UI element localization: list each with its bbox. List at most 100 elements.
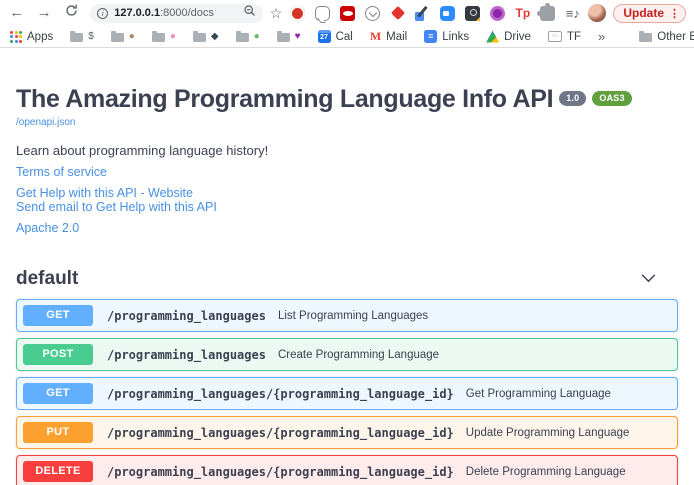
info-link[interactable]: Send email to Get Help with this API	[16, 200, 217, 214]
method-badge[interactable]: GET	[23, 305, 93, 326]
annotate-icon[interactable]	[415, 6, 430, 21]
folder-icon	[193, 33, 206, 42]
endpoint-summary: Get Programming Language	[466, 388, 611, 400]
browser-toolbar: ← → i 127.0.0.1:8000/docs ☆ Tp ≡♪ Update …	[0, 0, 694, 26]
endpoint-summary: Create Programming Language	[278, 349, 439, 361]
other-bookmarks[interactable]: Other Bookmarks	[639, 31, 694, 43]
browser-menu-dots-icon[interactable]: ⋮	[669, 7, 680, 20]
method-badge[interactable]: DELETE	[23, 461, 93, 482]
chevron-down-icon[interactable]	[641, 270, 656, 288]
music-queue-icon[interactable]: ≡♪	[565, 6, 580, 21]
api-description: Learn about programming language history…	[16, 143, 678, 158]
folder-icon	[236, 33, 249, 42]
bookmark-pink-folder[interactable]: ●	[152, 31, 176, 43]
api-title-text: The Amazing Programming Language Info AP…	[16, 85, 553, 113]
endpoint-row[interactable]: DELETE /programming_languages/{programmi…	[16, 455, 678, 485]
endpoint-row[interactable]: GET /programming_languages List Programm…	[16, 299, 678, 332]
endpoint-row[interactable]: GET /programming_languages/{programming_…	[16, 377, 678, 410]
tf-icon: ▭	[548, 31, 562, 42]
bookmarks-overflow-chevron-icon[interactable]: »	[598, 29, 605, 44]
bookmark-cal[interactable]: 27 Cal	[318, 30, 353, 43]
chat-bubble-icon[interactable]	[315, 6, 330, 21]
bookmark-green-folder[interactable]: ●	[236, 31, 260, 43]
links-icon: ≡	[424, 30, 437, 43]
purple-flower-icon[interactable]	[490, 6, 505, 21]
endpoint-summary: Delete Programming Language	[466, 466, 626, 478]
folder-icon	[70, 33, 83, 42]
drive-icon	[486, 31, 499, 43]
endpoint-summary: Update Programming Language	[466, 427, 630, 439]
version-badge: 1.0	[559, 91, 586, 106]
endpoint-path: /programming_languages	[107, 348, 266, 362]
section-default-header[interactable]: default	[16, 268, 678, 290]
cbs-icon[interactable]	[340, 6, 355, 21]
update-button[interactable]: Update ⋮	[613, 4, 686, 23]
tampermonkey-icon[interactable]: Tp	[515, 6, 530, 21]
bookmark-drive[interactable]: Drive	[486, 31, 531, 43]
bookmarks-bar: Apps $ ● ● ◆ ● ♥ 27 Cal M Mail ≡	[0, 26, 694, 48]
apps-grid-icon	[10, 31, 22, 43]
info-link[interactable]: Terms of service	[16, 165, 107, 179]
browser-window: ← → i 127.0.0.1:8000/docs ☆ Tp ≡♪ Update …	[0, 0, 694, 485]
bookmark-apps[interactable]: Apps	[10, 31, 53, 43]
back-icon[interactable]: ←	[8, 0, 25, 26]
method-badge[interactable]: POST	[23, 344, 93, 365]
section-title: default	[16, 268, 78, 290]
folder-icon	[111, 33, 124, 42]
endpoint-path: /programming_languages	[107, 309, 266, 323]
url-path: :8000/docs	[160, 7, 214, 19]
apps-label: Apps	[27, 31, 53, 43]
oas3-badge: OAS3	[592, 91, 631, 106]
endpoint-list: GET /programming_languages List Programm…	[16, 299, 678, 485]
puzzle-icon[interactable]	[540, 6, 555, 21]
bookmark-links[interactable]: ≡ Links	[424, 30, 469, 43]
page-title: The Amazing Programming Language Info AP…	[16, 85, 678, 114]
folder-icon	[152, 33, 165, 42]
gmail-icon: M	[370, 29, 381, 44]
swagger-docs-page: The Amazing Programming Language Info AP…	[0, 85, 694, 485]
zoom-app-icon[interactable]	[440, 6, 455, 21]
folder-icon	[639, 33, 652, 42]
profile-avatar[interactable]	[588, 4, 606, 22]
bookmark-dollar-folder[interactable]: $	[70, 31, 94, 43]
endpoint-path: /programming_languages/{programming_lang…	[107, 387, 454, 401]
forward-icon[interactable]: →	[35, 0, 52, 26]
bookmark-emblem: ♥	[295, 31, 301, 43]
url-text: 127.0.0.1:8000/docs	[114, 7, 243, 19]
onetab-icon[interactable]	[290, 6, 305, 21]
endpoint-path: /programming_languages/{programming_lang…	[107, 426, 454, 440]
bookmark-tf[interactable]: ▭ TF	[548, 31, 581, 43]
endpoint-row[interactable]: PUT /programming_languages/{programming_…	[16, 416, 678, 449]
bookmark-emblem: ◆	[211, 31, 219, 43]
info-links: Terms of service Get Help with this API -…	[16, 165, 678, 235]
zoom-level-icon[interactable]	[243, 4, 256, 22]
site-info-icon[interactable]: i	[97, 8, 108, 19]
bookmark-emblem: ●	[170, 31, 176, 43]
bookmark-purple-heart-folder[interactable]: ♥	[277, 31, 301, 43]
pocket-icon[interactable]	[365, 6, 380, 21]
update-label: Update	[623, 6, 664, 20]
method-badge[interactable]: GET	[23, 383, 93, 404]
endpoint-row[interactable]: POST /programming_languages Create Progr…	[16, 338, 678, 371]
openapi-json-link[interactable]: /openapi.json	[16, 117, 678, 128]
bookmark-emblem: $	[88, 31, 94, 43]
bookmark-emblem: ●	[129, 31, 135, 43]
reload-icon[interactable]	[63, 0, 80, 26]
atom-badge-icon[interactable]	[465, 6, 480, 21]
endpoint-summary: List Programming Languages	[278, 310, 428, 322]
red-diamond-icon[interactable]	[390, 6, 405, 21]
bookmark-star-icon[interactable]: ☆	[270, 5, 283, 22]
info-link[interactable]: Get Help with this API - Website	[16, 186, 193, 200]
extension-icons: Tp ≡♪	[290, 6, 580, 21]
bookmark-horse-folder[interactable]: ●	[111, 31, 135, 43]
calendar-icon: 27	[318, 30, 331, 43]
address-bar[interactable]: i 127.0.0.1:8000/docs	[90, 4, 263, 23]
bookmark-grad-cap-folder[interactable]: ◆	[193, 31, 219, 43]
url-host: 127.0.0.1	[114, 7, 160, 19]
method-badge[interactable]: PUT	[23, 422, 93, 443]
bookmark-mail[interactable]: M Mail	[370, 29, 407, 44]
bookmark-folders: $ ● ● ◆ ● ♥	[70, 31, 300, 43]
folder-icon	[277, 33, 290, 42]
info-link[interactable]: Apache 2.0	[16, 221, 79, 235]
bookmark-emblem: ●	[254, 31, 260, 43]
